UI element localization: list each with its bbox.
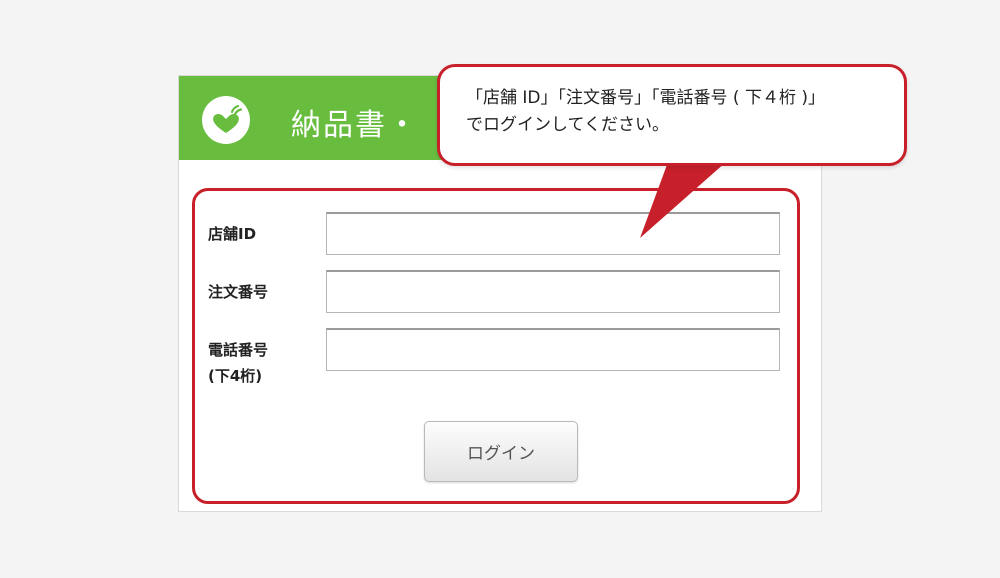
- callout-line-1: 「店舗 ID」「注文番号」「電話番号 ( 下４桁 )」: [466, 88, 825, 108]
- callout-text: 「店舗 ID」「注文番号」「電話番号 ( 下４桁 )」 でログインしてください。: [466, 85, 825, 139]
- callout-line-2: でログインしてください。: [466, 115, 669, 135]
- instruction-callout: 「店舗 ID」「注文番号」「電話番号 ( 下４桁 )」 でログインしてください。: [437, 64, 907, 166]
